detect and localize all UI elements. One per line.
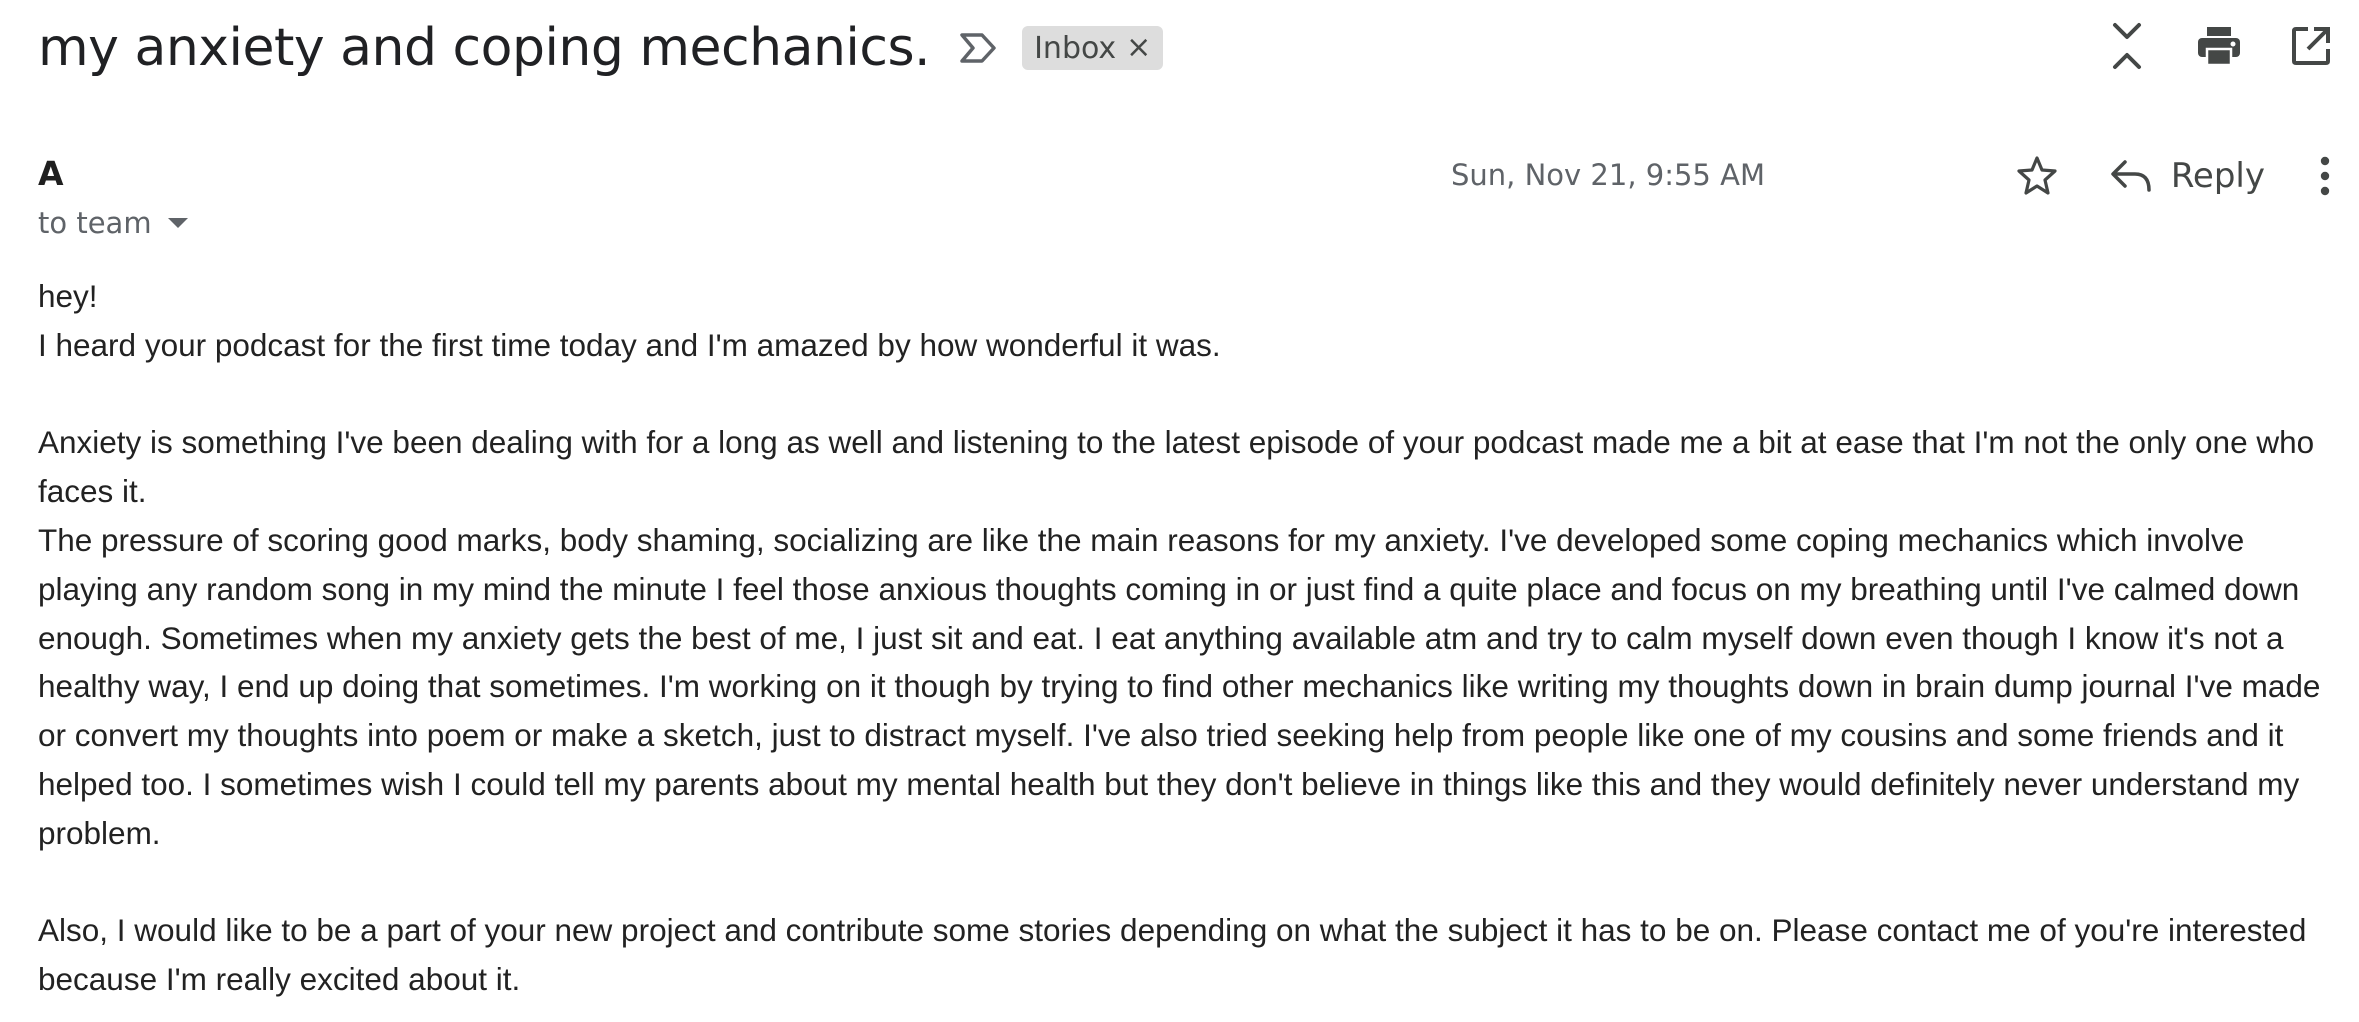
importance-marker-icon[interactable] (958, 28, 998, 68)
reply-label: Reply (2170, 156, 2265, 196)
star-icon[interactable] (2013, 148, 2061, 204)
more-options-icon[interactable] (2305, 146, 2345, 206)
message-actions: Reply (2013, 146, 2345, 206)
label-chip-text: Inbox (1034, 30, 1117, 66)
message-date: Sun, Nov 21, 9:55 AM (1451, 158, 1765, 192)
message-body: hey! I heard your podcast for the first … (38, 272, 2348, 1004)
reply-arrow-icon (2111, 160, 2151, 192)
print-icon[interactable] (2195, 18, 2243, 74)
body-paragraph-3: The pressure of scoring good marks, body… (38, 521, 2330, 851)
email-subject: my anxiety and coping mechanics. (38, 18, 931, 78)
collapse-all-icon[interactable] (2103, 18, 2151, 74)
open-in-new-window-icon[interactable] (2287, 18, 2335, 74)
body-greeting: hey! (38, 278, 98, 314)
label-chip-inbox: Inbox × (1022, 26, 1164, 70)
recipients-text: to team (38, 206, 152, 240)
recipients-toggle[interactable]: to team (38, 206, 188, 240)
body-paragraph-2: Anxiety is something I've been dealing w… (38, 424, 2323, 510)
thread-toolbar (2103, 18, 2335, 74)
body-paragraph-1: I heard your podcast for the first time … (38, 326, 1221, 363)
remove-label-icon[interactable]: × (1126, 33, 1151, 63)
sender-name[interactable]: A (38, 154, 64, 193)
body-paragraph-4: Also, I would like to be a part of your … (38, 912, 2316, 998)
reply-button[interactable]: Reply (2109, 156, 2265, 196)
chevron-down-icon[interactable] (167, 218, 188, 228)
subject-row: my anxiety and coping mechanics. Inbox × (38, 12, 1164, 84)
